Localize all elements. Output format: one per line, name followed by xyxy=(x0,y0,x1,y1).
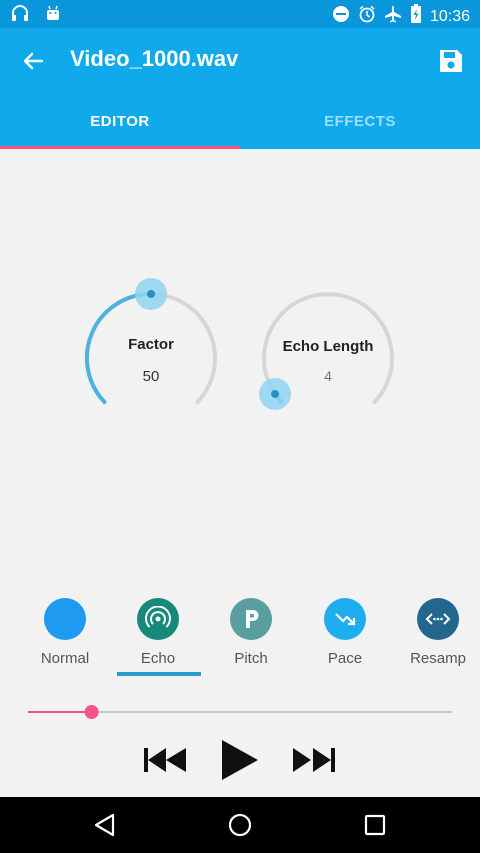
effect-echo[interactable]: Echo xyxy=(113,598,203,667)
effect-label: Pace xyxy=(327,650,363,667)
tab-indicator xyxy=(0,146,240,149)
skip-next-icon xyxy=(293,748,335,772)
knobs-area xyxy=(84,278,394,410)
pace-icon xyxy=(324,598,366,640)
play-icon xyxy=(222,740,258,780)
headphones-icon xyxy=(10,4,30,29)
skip-next-button[interactable] xyxy=(291,745,337,775)
page-title: Video_1000.wav xyxy=(70,46,239,71)
normal-icon xyxy=(44,598,86,640)
status-bar: 10:36 xyxy=(0,0,480,28)
tab-editor[interactable]: EDITOR xyxy=(0,100,240,149)
effect-label: Normal xyxy=(40,650,90,667)
airplane-icon xyxy=(384,5,402,28)
alarm-icon xyxy=(358,5,376,28)
echo-length-knob-label: Echo Length xyxy=(282,338,374,355)
effect-label: Echo xyxy=(140,650,176,667)
play-button[interactable] xyxy=(220,738,260,782)
battery-charging-icon xyxy=(410,4,422,29)
app-bar: Video_1000.wav EDITOR EFFECTS xyxy=(0,28,480,149)
effect-label: Resamp xyxy=(410,650,466,667)
knob-handle-dot xyxy=(147,290,155,298)
seek-thumb xyxy=(84,705,99,719)
do-not-disturb-icon xyxy=(332,5,350,28)
save-button[interactable] xyxy=(438,48,464,74)
echo-length-knob-value: 4 xyxy=(324,368,332,384)
resample-icon xyxy=(417,598,459,640)
selected-effect-indicator xyxy=(117,672,201,676)
save-icon xyxy=(440,50,462,72)
effect-resamp[interactable]: Resamp xyxy=(393,598,480,667)
playback-controls xyxy=(0,735,480,785)
factor-knob-value: 50 xyxy=(142,368,160,385)
tab-effects[interactable]: EFFECTS xyxy=(240,100,480,149)
clock-time: 10:36 xyxy=(429,7,470,25)
back-triangle-icon[interactable] xyxy=(92,812,118,838)
factor-knob-label: Factor xyxy=(128,336,174,353)
tab-bar: EDITOR EFFECTS xyxy=(0,100,480,149)
effect-label: Pitch xyxy=(234,650,268,667)
effect-normal[interactable]: Normal xyxy=(20,598,110,667)
skip-previous-button[interactable] xyxy=(142,745,188,775)
android-icon xyxy=(44,4,62,29)
skip-previous-icon xyxy=(144,748,186,772)
home-circle-icon[interactable] xyxy=(227,812,253,838)
nav-bar xyxy=(0,797,480,853)
echo-icon xyxy=(137,598,179,640)
arrow-back-icon xyxy=(23,52,44,70)
recents-square-icon[interactable] xyxy=(362,812,388,838)
pitch-p-icon xyxy=(230,598,272,640)
back-button[interactable] xyxy=(18,46,48,76)
effects-row: Normal Echo Pitch Pace Resamp xyxy=(0,590,480,680)
seek-bar[interactable] xyxy=(28,704,452,720)
effect-pace[interactable]: Pace xyxy=(300,598,390,667)
effect-pitch[interactable]: Pitch xyxy=(206,598,296,667)
knob-handle-dot xyxy=(271,389,280,398)
